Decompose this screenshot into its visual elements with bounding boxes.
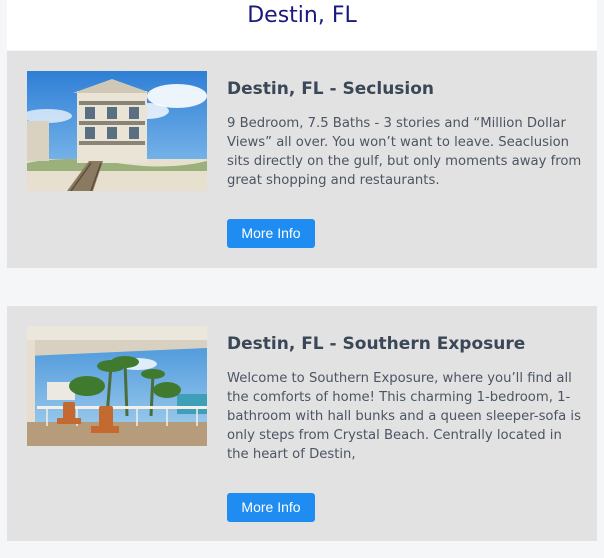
listing-description: 9 Bedroom, 7.5 Baths - 3 stories and “Mi… [227,116,582,188]
listing-title: Destin, FL - Seclusion [227,79,435,99]
listing-title: Destin, FL - Southern Exposure [227,334,526,354]
listing-photo-seclusion[interactable] [27,71,207,191]
listing-card-seclusion: Destin, FL - Seclusion 9 Bedroom, 7.5 Ba… [7,51,597,268]
listing-card-southern-exposure: Destin, FL - Southern Exposure Welcome t… [7,306,597,541]
listing-description: Welcome to Southern Exposure, where you’… [227,371,581,462]
page-title: Destin, FL [247,3,357,28]
page-header: Destin, FL [7,0,597,50]
more-info-button[interactable]: More Info [227,219,315,248]
more-info-button[interactable]: More Info [227,493,315,522]
listing-photo-southern-exposure[interactable] [27,326,207,446]
